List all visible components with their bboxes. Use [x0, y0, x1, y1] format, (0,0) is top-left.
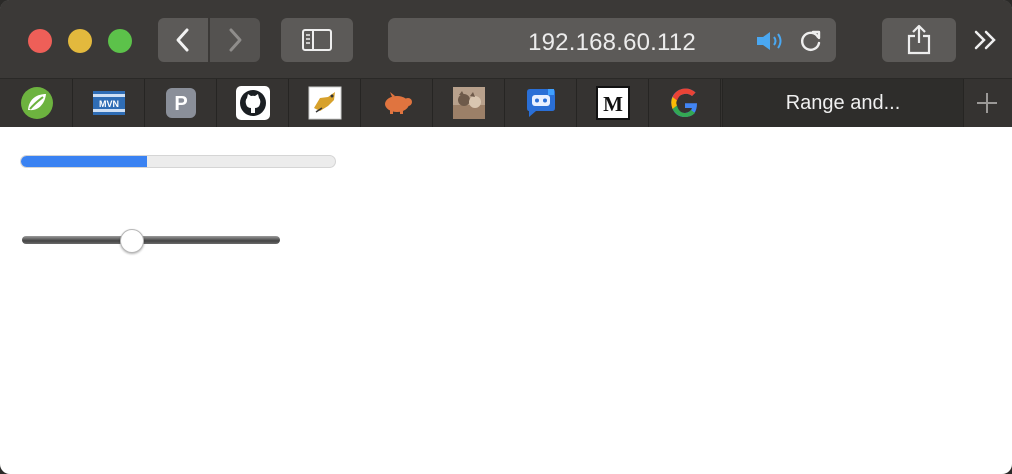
spring-icon [21, 87, 53, 119]
github-icon [236, 86, 270, 120]
back-button[interactable] [158, 18, 208, 62]
sidebar-toggle-button[interactable] [281, 18, 353, 62]
close-window-button[interactable] [28, 29, 52, 53]
address-bar[interactable]: 192.168.60.112 [388, 18, 836, 62]
favorite-github[interactable] [218, 79, 289, 127]
reload-icon[interactable] [798, 28, 824, 54]
forward-button[interactable] [210, 18, 260, 62]
pig-icon [385, 92, 412, 114]
plus-icon [977, 93, 997, 113]
favorite-photo[interactable] [434, 79, 505, 127]
svg-text:M: M [603, 92, 623, 116]
tab-range-and[interactable]: Range and... [722, 79, 964, 127]
minimize-window-button[interactable] [68, 29, 92, 53]
speaker-volume-icon[interactable] [754, 29, 790, 53]
page-content [0, 127, 1012, 474]
progress-fill [21, 156, 147, 167]
mvn-icon: MVN [93, 91, 125, 115]
browser-window: 192.168.60.112 MVN P M Range and... [0, 0, 1012, 474]
favorite-chat-bot[interactable] [506, 79, 577, 127]
photo-icon [453, 87, 485, 119]
chevron-left-icon [176, 28, 189, 52]
favorite-spring[interactable] [2, 79, 73, 127]
favorite-mvn[interactable]: MVN [74, 79, 145, 127]
chevron-right-icon [229, 28, 242, 52]
favorite-tomcat[interactable] [290, 79, 361, 127]
medium-icon: M [596, 86, 630, 120]
range-slider[interactable] [22, 229, 280, 253]
new-tab-button[interactable] [964, 79, 1010, 127]
favorite-google[interactable] [650, 79, 721, 127]
progress-bar [20, 155, 336, 168]
favorite-p[interactable]: P [146, 79, 217, 127]
favorite-pig[interactable] [362, 79, 433, 127]
slider-thumb[interactable] [120, 229, 144, 253]
favorites-bar: MVN P M Range and... [0, 78, 1012, 128]
share-button[interactable] [882, 18, 956, 62]
favorite-medium[interactable]: M [578, 79, 649, 127]
svg-text:P: P [174, 93, 187, 115]
maximize-window-button[interactable] [108, 29, 132, 53]
slider-track[interactable] [22, 236, 280, 244]
double-chevron-right-icon[interactable] [970, 26, 1002, 54]
google-icon [671, 88, 697, 117]
svg-text:MVN: MVN [99, 99, 119, 109]
tomcat-icon [308, 86, 342, 120]
chat-bot-icon [527, 89, 555, 117]
p-letter-icon: P [166, 88, 196, 118]
title-bar: 192.168.60.112 [0, 0, 1012, 78]
share-icon [907, 24, 931, 55]
sidebar-icon [302, 29, 332, 51]
